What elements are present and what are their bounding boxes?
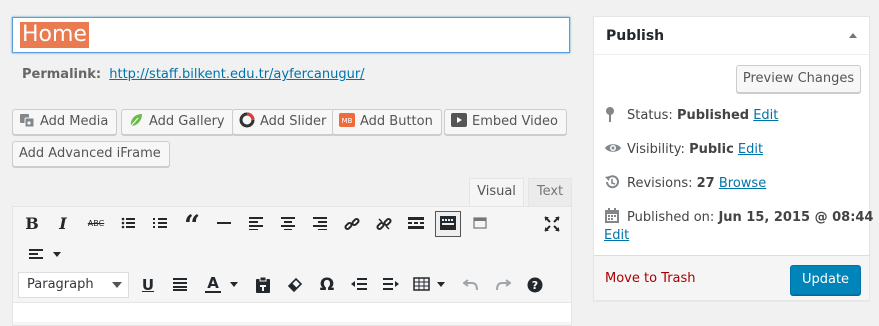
revisions-browse-link[interactable]: Browse bbox=[719, 176, 766, 191]
preview-changes-button[interactable]: Preview Changes bbox=[736, 65, 861, 93]
text-color-letter: A bbox=[207, 274, 219, 292]
tab-visual[interactable]: Visual bbox=[469, 178, 524, 206]
button-icon: MB bbox=[339, 112, 355, 128]
align-center-icon[interactable] bbox=[276, 212, 300, 236]
eye-icon bbox=[604, 140, 621, 156]
toolbar-toggle-icon[interactable] bbox=[435, 211, 461, 237]
permalink: Permalink: http://staff.bilkent.edu.tr/a… bbox=[22, 67, 365, 82]
chevron-down-icon bbox=[112, 282, 122, 288]
status-value: Published bbox=[676, 108, 750, 123]
special-char-icon[interactable]: Ω bbox=[315, 273, 339, 297]
status-label: Status: bbox=[627, 108, 673, 123]
add-gallery-button[interactable]: Add Gallery bbox=[121, 109, 234, 135]
numbered-list-icon[interactable] bbox=[148, 212, 172, 236]
collapse-toggle-icon[interactable] bbox=[849, 33, 857, 38]
visibility-edit-link[interactable]: Edit bbox=[738, 142, 763, 157]
add-slider-label: Add Slider bbox=[260, 114, 327, 129]
format-select-value: Paragraph bbox=[27, 277, 94, 292]
visibility-value: Public bbox=[689, 142, 734, 157]
publish-header[interactable]: Publish bbox=[594, 17, 869, 55]
published-on-row: Published on: Jun 15, 2015 @ 08:44 bbox=[604, 208, 873, 225]
revisions-value: 27 bbox=[696, 176, 715, 191]
published-on-edit-link[interactable]: Edit bbox=[604, 228, 629, 243]
blockquote-icon[interactable]: “ bbox=[180, 212, 204, 240]
publish-title: Publish bbox=[606, 28, 665, 44]
undo-icon[interactable] bbox=[459, 273, 483, 297]
strikethrough-icon[interactable]: ABC bbox=[84, 212, 108, 236]
align-dropdown-icon[interactable] bbox=[26, 243, 66, 267]
read-more-icon[interactable] bbox=[404, 212, 428, 236]
svg-text:MB: MB bbox=[342, 117, 353, 125]
indent-icon[interactable] bbox=[379, 273, 403, 297]
status-row: Status: Published Edit bbox=[604, 106, 778, 123]
help-icon[interactable]: ? bbox=[523, 273, 547, 297]
text-color-dropdown-icon[interactable] bbox=[228, 273, 240, 297]
table-grid-icon[interactable] bbox=[468, 212, 492, 236]
add-advanced-iframe-label: Add Advanced iFrame bbox=[19, 146, 161, 161]
add-button-button[interactable]: MB Add Button bbox=[332, 109, 442, 135]
unlink-icon[interactable] bbox=[372, 212, 396, 236]
underline-icon[interactable]: U bbox=[136, 273, 160, 297]
slider-icon bbox=[239, 112, 255, 128]
svg-text:?: ? bbox=[532, 279, 538, 292]
justify-icon[interactable] bbox=[168, 273, 192, 297]
align-right-icon[interactable] bbox=[308, 212, 332, 236]
outdent-icon[interactable] bbox=[347, 273, 371, 297]
text-color-bar bbox=[205, 291, 221, 293]
add-media-button[interactable]: Add Media bbox=[12, 109, 118, 135]
redo-icon[interactable] bbox=[491, 273, 515, 297]
update-button[interactable]: Update bbox=[790, 265, 861, 295]
video-icon bbox=[451, 112, 467, 128]
paste-text-icon[interactable] bbox=[251, 273, 275, 297]
italic-icon[interactable]: I bbox=[51, 212, 75, 236]
add-slider-button[interactable]: Add Slider bbox=[232, 109, 336, 135]
format-select[interactable]: Paragraph bbox=[18, 272, 129, 298]
permalink-link[interactable]: http://staff.bilkent.edu.tr/ayfercanugur… bbox=[109, 67, 364, 82]
title-input[interactable]: Home bbox=[12, 17, 570, 53]
add-media-label: Add Media bbox=[40, 114, 109, 129]
visibility-row: Visibility: Public Edit bbox=[604, 140, 763, 157]
status-edit-link[interactable]: Edit bbox=[753, 108, 778, 123]
fullscreen-icon[interactable] bbox=[540, 212, 564, 236]
bullet-list-icon[interactable] bbox=[116, 212, 140, 236]
pin-icon bbox=[604, 106, 620, 122]
permalink-label: Permalink: bbox=[22, 67, 102, 82]
gallery-leaf-icon bbox=[128, 112, 144, 128]
move-to-trash-link[interactable]: Move to Trash bbox=[605, 271, 696, 286]
add-button-label: Add Button bbox=[360, 114, 433, 129]
revisions-row: Revisions: 27 Browse bbox=[604, 174, 766, 191]
horizontal-rule-icon[interactable] bbox=[212, 212, 236, 236]
clear-format-icon[interactable] bbox=[283, 273, 307, 297]
major-publishing-actions: Move to Trash Update bbox=[594, 255, 869, 300]
add-gallery-label: Add Gallery bbox=[149, 114, 225, 129]
editor-content[interactable] bbox=[12, 302, 572, 322]
table-icon[interactable] bbox=[411, 273, 449, 297]
text-color-icon[interactable]: A bbox=[200, 271, 226, 295]
bold-icon[interactable]: B bbox=[20, 212, 44, 236]
published-on-value: Jun 15, 2015 @ 08:44 bbox=[718, 210, 874, 225]
calendar-icon bbox=[604, 208, 620, 224]
publish-box: Publish Preview Changes Status: Publishe… bbox=[593, 16, 873, 301]
history-icon bbox=[604, 174, 620, 190]
link-icon[interactable] bbox=[340, 212, 364, 236]
tab-text[interactable]: Text bbox=[528, 178, 572, 206]
title-text: Home bbox=[20, 22, 89, 48]
add-advanced-iframe-button[interactable]: Add Advanced iFrame bbox=[12, 141, 170, 167]
media-icon bbox=[19, 112, 35, 128]
published-on-label: Published on: bbox=[627, 210, 715, 225]
visibility-label: Visibility: bbox=[627, 142, 685, 157]
embed-video-button[interactable]: Embed Video bbox=[444, 109, 567, 135]
align-left-icon[interactable] bbox=[244, 212, 268, 236]
embed-video-label: Embed Video bbox=[472, 114, 558, 129]
revisions-label: Revisions: bbox=[627, 176, 693, 191]
